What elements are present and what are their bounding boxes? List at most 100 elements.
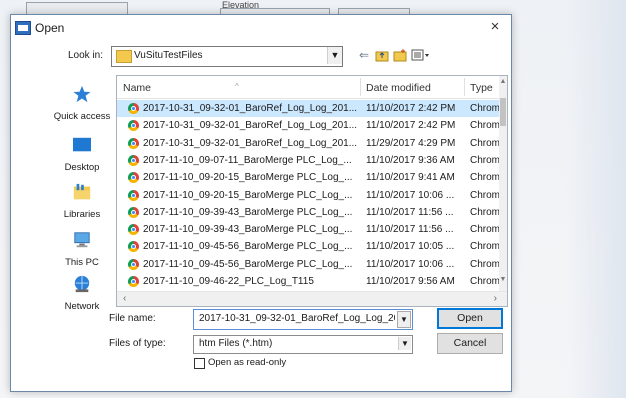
file-date-cell: 11/10/2017 10:06 ...: [366, 258, 455, 270]
file-name-cell: 2017-10-31_09-32-01_BaroRef_Log_Log_201.…: [143, 103, 358, 114]
chrome-file-icon: [128, 241, 139, 253]
open-dialog: Open × Look in: VuSituTestFiles ▼ ⇐ Quic…: [10, 14, 512, 392]
chrome-file-icon: [128, 103, 139, 114]
chrome-file-icon: [128, 137, 139, 149]
chrome-file-icon: [128, 258, 139, 270]
file-type-cell: Chrom: [470, 103, 500, 114]
horizontal-scrollbar[interactable]: ‹ ›: [117, 291, 507, 306]
file-name-cell: 2017-11-10_09-39-43_BaroMerge PLC_Log_..…: [143, 224, 353, 236]
column-header-date[interactable]: Date modified: [366, 82, 431, 94]
place-label: Network: [64, 301, 100, 312]
back-arrow-icon[interactable]: ⇐: [357, 48, 371, 62]
scroll-left-icon[interactable]: ‹: [123, 293, 126, 304]
file-row[interactable]: 2017-11-10_09-46-22_PLC_Log_T115 11/10/20…: [117, 273, 500, 290]
file-type-select[interactable]: htm Files (*.htm) ▼: [193, 335, 413, 354]
file-type-label: Files of type:: [109, 338, 166, 349]
place-network[interactable]: Network: [47, 275, 117, 312]
computer-icon: [74, 232, 90, 248]
file-type-cell: Chrom: [470, 258, 500, 270]
file-name-cell: 2017-11-10_09-39-43_BaroMerge PLC_Log_..…: [143, 206, 353, 218]
file-date-cell: 11/10/2017 11:56 ...: [366, 206, 454, 218]
chrome-file-icon: [128, 224, 139, 236]
file-date-cell: 11/10/2017 10:05 ...: [366, 241, 455, 253]
place-quick-access[interactable]: Quick access: [47, 85, 117, 122]
file-type-cell: Chrom: [470, 276, 500, 287]
read-only-label: Open as read-only: [208, 357, 287, 368]
file-row[interactable]: 2017-11-10_09-39-43_BaroMerge PLC_Log_..…: [117, 204, 500, 221]
file-row[interactable]: 2017-11-10_09-45-56_BaroMerge PLC_Log_..…: [117, 238, 500, 255]
cancel-button[interactable]: Cancel: [437, 333, 503, 354]
file-name-cell: 2017-10-31_09-32-01_BaroRef_Log_Log_201.…: [143, 137, 358, 149]
file-name-input[interactable]: 2017-10-31_09-32-01_BaroRef_Log_Log_2017…: [193, 309, 413, 330]
chrome-file-icon: [128, 206, 139, 218]
file-type-cell: Chrom: [470, 137, 500, 149]
file-name-cell: 2017-11-10_09-46-22_PLC_Log_T115: [143, 276, 314, 287]
file-row[interactable]: 2017-11-10_09-20-15_BaroMerge PLC_Log_..…: [117, 169, 500, 186]
place-libraries[interactable]: Libraries: [47, 183, 117, 220]
look-in-label: Look in:: [68, 50, 104, 61]
file-name-label: File name:: [109, 313, 156, 324]
scroll-up-icon[interactable]: ▲: [499, 78, 507, 85]
file-name-cell: 2017-11-10_09-45-56_BaroMerge PLC_Log_..…: [143, 258, 353, 270]
file-date-cell: 11/10/2017 2:42 PM: [366, 103, 456, 114]
file-date-cell: 11/10/2017 2:42 PM: [366, 120, 456, 132]
file-type-value: htm Files (*.htm): [199, 338, 273, 349]
file-row[interactable]: 2017-11-10_09-45-56_BaroMerge PLC_Log_..…: [117, 256, 500, 273]
vertical-scrollbar[interactable]: ▲ ▼: [499, 76, 507, 291]
up-folder-icon[interactable]: [375, 48, 389, 62]
file-row[interactable]: 2017-10-31_09-32-01_BaroRef_Log_Log_201.…: [117, 117, 500, 134]
column-header-type[interactable]: Type: [470, 82, 493, 94]
chevron-down-icon[interactable]: ▼: [327, 47, 342, 64]
chrome-file-icon: [128, 276, 139, 287]
file-date-cell: 11/10/2017 11:56 ...: [366, 224, 454, 236]
file-type-cell: Chrom: [470, 206, 500, 218]
star-icon: [73, 85, 91, 103]
file-row[interactable]: 2017-10-31_09-32-01_BaroRef_Log_Log_201.…: [117, 135, 500, 152]
folder-icon: [116, 50, 132, 63]
chevron-down-icon[interactable]: ▼: [397, 311, 411, 328]
column-divider[interactable]: [464, 78, 465, 96]
sort-caret-icon: ^: [235, 82, 239, 91]
file-row[interactable]: 2017-11-10_09-07-11_BaroMerge PLC_Log_..…: [117, 152, 500, 169]
file-name-cell: 2017-11-10_09-45-56_BaroMerge PLC_Log_..…: [143, 241, 353, 253]
place-label: This PC: [65, 257, 99, 268]
look-in-value: VuSituTestFiles: [134, 50, 203, 61]
file-date-cell: 11/10/2017 10:06 ...: [366, 189, 455, 201]
background-shade: [566, 0, 626, 398]
file-name-cell: 2017-10-31_09-32-01_BaroRef_Log_Log_201.…: [143, 120, 358, 132]
column-header-name[interactable]: Name: [123, 82, 151, 94]
read-only-checkbox[interactable]: [194, 358, 205, 369]
close-button[interactable]: ×: [485, 18, 505, 36]
file-row[interactable]: 2017-11-10_09-39-43_BaroMerge PLC_Log_..…: [117, 221, 500, 238]
scroll-down-icon[interactable]: ▼: [499, 276, 507, 283]
file-name-cell: 2017-11-10_09-20-15_BaroMerge PLC_Log_..…: [143, 189, 353, 201]
file-date-cell: 11/10/2017 9:41 AM: [366, 172, 455, 184]
file-date-cell: 11/10/2017 9:36 AM: [366, 154, 455, 166]
chrome-file-icon: [128, 189, 139, 201]
open-button[interactable]: Open: [437, 308, 503, 329]
file-name-value: 2017-10-31_09-32-01_BaroRef_Log_Log_2017: [199, 313, 395, 324]
file-row[interactable]: 2017-10-31_09-32-01_BaroRef_Log_Log_201.…: [117, 100, 500, 117]
file-date-cell: 11/29/2017 4:29 PM: [366, 137, 456, 149]
title-bar: Open ×: [11, 15, 511, 41]
file-type-cell: Chrom: [470, 224, 500, 236]
file-type-cell: Chrom: [470, 172, 500, 184]
view-menu-icon[interactable]: [411, 48, 431, 62]
scroll-thumb[interactable]: [500, 98, 506, 126]
chevron-down-icon[interactable]: ▼: [398, 337, 411, 350]
chrome-file-icon: [128, 154, 139, 166]
new-folder-icon[interactable]: [393, 48, 407, 62]
place-desktop[interactable]: Desktop: [47, 136, 117, 173]
scroll-right-icon[interactable]: ›: [494, 293, 497, 304]
column-divider[interactable]: [360, 78, 361, 96]
place-this-pc[interactable]: This PC: [47, 231, 117, 268]
file-name-cell: 2017-11-10_09-20-15_BaroMerge PLC_Log_..…: [143, 172, 353, 184]
place-label: Quick access: [53, 111, 111, 122]
look-in-dropdown[interactable]: VuSituTestFiles ▼: [111, 46, 343, 67]
file-type-cell: Chrom: [470, 120, 500, 132]
chrome-file-icon: [128, 120, 139, 132]
place-label: Libraries: [63, 209, 101, 220]
file-list[interactable]: Name ^ Date modified Type 2017-10-31_09-…: [116, 75, 508, 307]
file-row[interactable]: 2017-11-10_09-20-15_BaroMerge PLC_Log_..…: [117, 187, 500, 204]
network-icon: [74, 275, 90, 293]
